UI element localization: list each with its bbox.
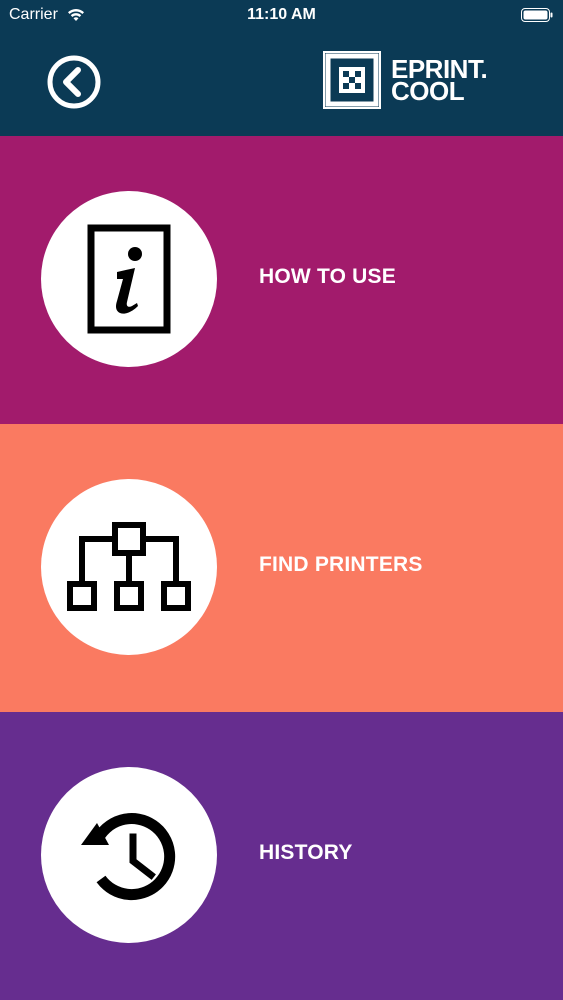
menu-item-how-to-use[interactable]: HOW TO USE [0,136,563,424]
icon-circle [41,767,217,943]
menu-item-find-printers[interactable]: FIND PRINTERS [0,424,563,712]
app-header: Carrier 11:10 AM EPRINT. COOL [0,0,563,136]
back-button[interactable] [47,55,101,109]
menu-item-label: HISTORY [259,841,353,864]
battery-icon [521,8,553,22]
network-tree-icon [67,522,191,611]
status-time: 11:10 AM [247,6,316,23]
info-document-icon [87,224,171,334]
icon-circle [41,479,217,655]
icon-circle [41,191,217,367]
menu-item-label: FIND PRINTERS [259,553,423,576]
logo-text: EPRINT. COOL [391,56,488,104]
status-bar: Carrier 11:10 AM [0,0,563,30]
eprint-cool-logo: EPRINT. COOL [323,51,488,109]
history-clock-icon [81,813,176,901]
back-chevron-circle-icon [47,55,101,109]
menu-item-history[interactable]: HISTORY [0,712,563,1000]
menu-item-label: HOW TO USE [259,265,396,288]
qr-logo-icon [323,51,381,109]
